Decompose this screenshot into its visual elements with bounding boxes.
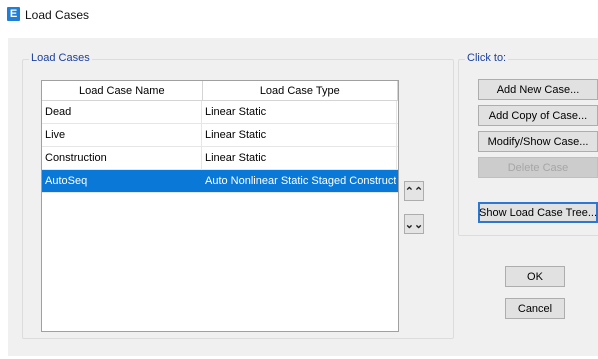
load-cases-table[interactable]: Load Case Name Load Case Type Dead Linea… — [41, 80, 399, 332]
case-name-cell: Dead — [42, 101, 202, 123]
case-type-cell: Linear Static — [202, 147, 397, 169]
case-type-cell: Linear Static — [202, 101, 397, 123]
double-chevron-down-icon: ⌄⌄ — [404, 218, 424, 231]
case-name-cell: AutoSeq — [42, 170, 202, 192]
move-down-button[interactable]: ⌄⌄ — [404, 214, 424, 234]
column-header-name[interactable]: Load Case Name — [42, 81, 203, 100]
ok-button[interactable]: OK — [505, 266, 565, 287]
double-chevron-up-icon: ⌃⌃ — [404, 185, 424, 198]
title-bar: E Load Cases — [0, 0, 598, 30]
column-header-type[interactable]: Load Case Type — [203, 81, 398, 100]
show-load-case-tree-button[interactable]: Show Load Case Tree... — [478, 202, 598, 223]
click-to-group-title: Click to: — [465, 52, 509, 64]
table-row[interactable]: Construction Linear Static — [42, 147, 398, 170]
delete-case-button[interactable]: Delete Case — [478, 157, 598, 178]
add-new-case-button[interactable]: Add New Case... — [478, 79, 598, 100]
table-header: Load Case Name Load Case Type — [42, 81, 398, 101]
case-type-cell: Auto Nonlinear Static Staged Constructio… — [202, 170, 397, 192]
dialog-body: Load Cases Load Case Name Load Case Type… — [8, 38, 598, 356]
table-row[interactable]: Live Linear Static — [42, 124, 398, 147]
case-name-cell: Construction — [42, 147, 202, 169]
case-type-cell: Linear Static — [202, 124, 397, 146]
case-name-cell: Live — [42, 124, 202, 146]
modify-show-case-button[interactable]: Modify/Show Case... — [478, 131, 598, 152]
cancel-button[interactable]: Cancel — [505, 298, 565, 319]
table-row[interactable]: Dead Linear Static — [42, 101, 398, 124]
add-copy-of-case-button[interactable]: Add Copy of Case... — [478, 105, 598, 126]
load-cases-group: Load Cases Load Case Name Load Case Type… — [22, 52, 454, 339]
load-cases-group-title: Load Cases — [29, 52, 92, 64]
move-up-button[interactable]: ⌃⌃ — [404, 181, 424, 201]
table-row-selected[interactable]: AutoSeq Auto Nonlinear Static Staged Con… — [42, 170, 398, 193]
window-title: Load Cases — [25, 8, 90, 22]
etabs-app-icon: E — [7, 7, 20, 21]
